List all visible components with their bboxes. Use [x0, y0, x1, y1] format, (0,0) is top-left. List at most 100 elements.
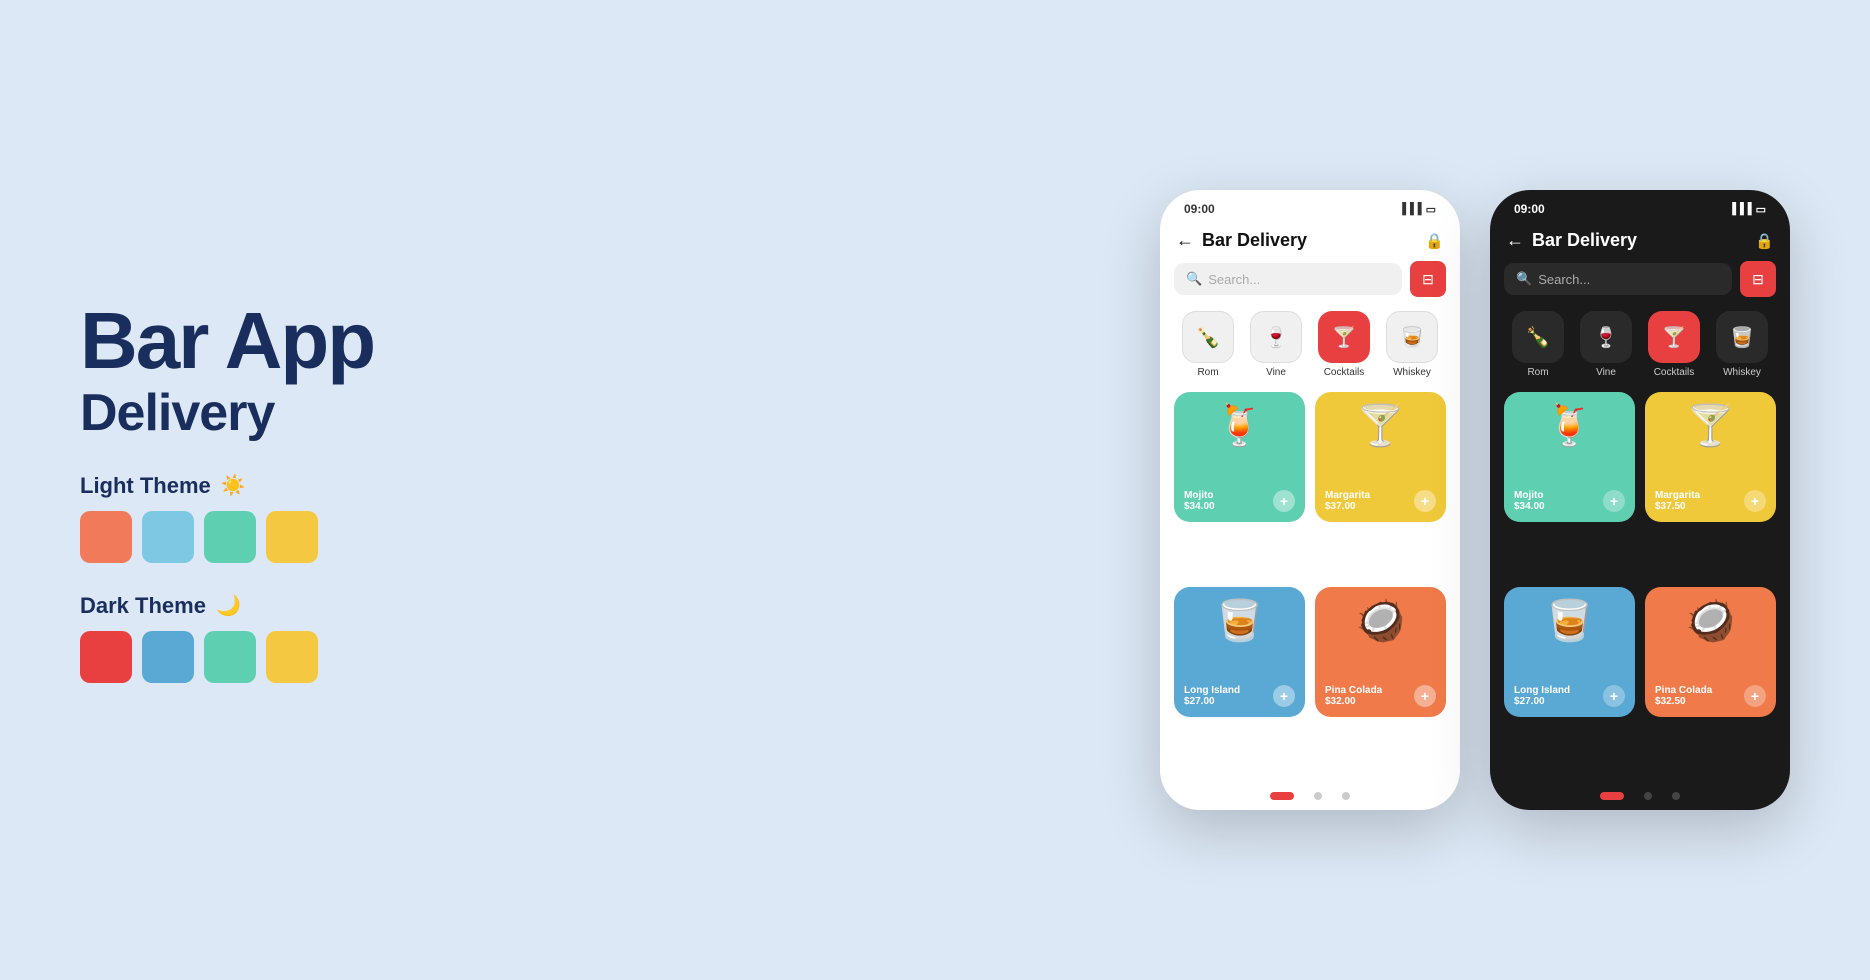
margarita-add-btn[interactable]: + [1414, 490, 1436, 512]
search-icon-dark: 🔍 [1516, 271, 1532, 287]
longisland-bottom: Long Island $27.00 + [1184, 685, 1295, 707]
cat-rom-light[interactable]: 🍾 Rom [1182, 311, 1234, 378]
cat-whiskey-light[interactable]: 🥃 Whiskey [1386, 311, 1438, 378]
left-panel: Bar App Delivery Light Theme ☀️ Dark The… [80, 297, 480, 682]
app-header-dark: ← Bar Delivery 🔒 [1490, 222, 1790, 261]
longisland-add-btn-dark[interactable]: + [1603, 685, 1625, 707]
swatch-light-4 [266, 511, 318, 563]
pinacolada-bottom: Pina Colada $32.00 + [1325, 685, 1436, 707]
cat-vine-light[interactable]: 🍷 Vine [1250, 311, 1302, 378]
header-left-light: ← Bar Delivery [1176, 230, 1307, 251]
filter-btn-dark[interactable]: ⊟ [1740, 261, 1776, 297]
search-wrap-light[interactable]: 🔍 Search... [1174, 263, 1402, 295]
light-theme-section: Light Theme ☀️ [80, 473, 480, 563]
cocktail-icon-light: 🍸 [1332, 325, 1357, 350]
product-pinacolada-light[interactable]: 🥥 Pina Colada $32.00 + [1315, 587, 1446, 717]
search-placeholder-light: Search... [1208, 272, 1260, 287]
swatch-dark-2 [142, 631, 194, 683]
cat-vine-dark[interactable]: 🍷 Vine [1580, 311, 1632, 378]
product-margarita-dark[interactable]: 🍸 Margarita $37.50 + [1645, 392, 1776, 522]
swatch-light-2 [142, 511, 194, 563]
mojito-bottom: Mojito $34.00 + [1184, 490, 1295, 512]
whiskey-icon-light: 🥃 [1400, 325, 1425, 350]
light-swatches [80, 511, 480, 563]
nav-dot-2-dark[interactable] [1644, 792, 1652, 800]
product-mojito-dark[interactable]: 🍹 Mojito $34.00 + [1504, 392, 1635, 522]
filter-icon-light: ⊟ [1422, 271, 1434, 288]
search-wrap-dark[interactable]: 🔍 Search... [1504, 263, 1732, 295]
cat-circle-vine-dark: 🍷 [1580, 311, 1632, 363]
margarita-add-btn-dark[interactable]: + [1744, 490, 1766, 512]
longisland-price-dark: $27.00 [1514, 696, 1570, 707]
category-row-light: 🍾 Rom 🍷 Vine 🍸 Cocktails [1160, 307, 1460, 388]
bottle-rom-icon-dark: 🍾 [1526, 325, 1551, 350]
cat-circle-cocktails-dark: 🍸 [1648, 311, 1700, 363]
cat-label-vine-light: Vine [1266, 367, 1286, 378]
cat-circle-vine-light: 🍷 [1250, 311, 1302, 363]
cat-cocktails-dark[interactable]: 🍸 Cocktails [1648, 311, 1700, 378]
mojito-drink-icon: 🍹 [1215, 402, 1265, 449]
margarita-name: Margarita [1325, 490, 1370, 501]
filter-btn-light[interactable]: ⊟ [1410, 261, 1446, 297]
status-icons-dark: ▐▐▐ ▭ [1728, 203, 1766, 216]
longisland-add-btn[interactable]: + [1273, 685, 1295, 707]
pinacolada-name: Pina Colada [1325, 685, 1382, 696]
cat-label-cocktails-light: Cocktails [1324, 367, 1365, 378]
longisland-bottom-dark: Long Island $27.00 + [1514, 685, 1625, 707]
light-theme-label: Light Theme ☀️ [80, 473, 480, 499]
cat-circle-whiskey-light: 🥃 [1386, 311, 1438, 363]
pinacolada-bottom-dark: Pina Colada $32.50 + [1655, 685, 1766, 707]
status-icons-light: ▐▐▐ ▭ [1398, 203, 1436, 216]
signal-icon-dark: ▐▐▐ [1728, 203, 1751, 215]
cat-whiskey-dark[interactable]: 🥃 Whiskey [1716, 311, 1768, 378]
cat-label-whiskey-light: Whiskey [1393, 367, 1431, 378]
nav-dot-3-dark[interactable] [1672, 792, 1680, 800]
swatch-dark-3 [204, 631, 256, 683]
signal-icon-light: ▐▐▐ [1398, 203, 1421, 215]
phones-wrapper: 09:00 ▐▐▐ ▭ ← Bar Delivery 🔒 🔍 Search... [1160, 190, 1790, 810]
pinacolada-add-btn-dark[interactable]: + [1744, 685, 1766, 707]
swatch-dark-4 [266, 631, 318, 683]
cat-label-vine-dark: Vine [1596, 367, 1616, 378]
moon-icon: 🌙 [216, 593, 241, 618]
nav-dot-1-light[interactable] [1270, 792, 1294, 800]
mojito-add-btn-dark[interactable]: + [1603, 490, 1625, 512]
product-margarita-light[interactable]: 🍸 Margarita $37.00 + [1315, 392, 1446, 522]
cat-label-rom-light: Rom [1197, 367, 1218, 378]
nav-dot-2-light[interactable] [1314, 792, 1322, 800]
product-mojito-light[interactable]: 🍹 Mojito $34.00 + [1174, 392, 1305, 522]
swatch-light-3 [204, 511, 256, 563]
products-grid-light: 🍹 Mojito $34.00 + 🍸 Margarita [1160, 388, 1460, 782]
search-row-light: 🔍 Search... ⊟ [1160, 261, 1460, 307]
pinacolada-name-dark: Pina Colada [1655, 685, 1712, 696]
header-left-dark: ← Bar Delivery [1506, 230, 1637, 251]
search-icon-light: 🔍 [1186, 271, 1202, 287]
title-bar: Bar App [80, 297, 374, 385]
cat-cocktails-light[interactable]: 🍸 Cocktails [1318, 311, 1370, 378]
product-longisland-light[interactable]: 🥃 Long Island $27.00 + [1174, 587, 1305, 717]
pinacolada-add-btn[interactable]: + [1414, 685, 1436, 707]
battery-icon-light: ▭ [1426, 203, 1436, 216]
longisland-price: $27.00 [1184, 696, 1240, 707]
back-button-dark[interactable]: ← [1506, 230, 1524, 251]
cat-circle-cocktails-light: 🍸 [1318, 311, 1370, 363]
product-pinacolada-dark[interactable]: 🥥 Pina Colada $32.50 + [1645, 587, 1776, 717]
back-button-light[interactable]: ← [1176, 230, 1194, 251]
battery-icon-dark: ▭ [1756, 203, 1766, 216]
mojito-name: Mojito [1184, 490, 1215, 501]
app-title: Bar App Delivery [80, 297, 480, 442]
pinacolada-price: $32.00 [1325, 696, 1382, 707]
nav-bar-light [1160, 782, 1460, 810]
margarita-price: $37.00 [1325, 501, 1370, 512]
mojito-add-btn[interactable]: + [1273, 490, 1295, 512]
margarita-bottom: Margarita $37.00 + [1325, 490, 1436, 512]
margarita-price-dark: $37.50 [1655, 501, 1700, 512]
app-header-light: ← Bar Delivery 🔒 [1160, 222, 1460, 261]
nav-dot-3-light[interactable] [1342, 792, 1350, 800]
light-phone: 09:00 ▐▐▐ ▭ ← Bar Delivery 🔒 🔍 Search... [1160, 190, 1460, 810]
product-longisland-dark[interactable]: 🥃 Long Island $27.00 + [1504, 587, 1635, 717]
cat-rom-dark[interactable]: 🍾 Rom [1512, 311, 1564, 378]
nav-dot-1-dark[interactable] [1600, 792, 1624, 800]
nav-bar-dark [1490, 782, 1790, 810]
lock-icon-dark: 🔒 [1755, 232, 1774, 250]
